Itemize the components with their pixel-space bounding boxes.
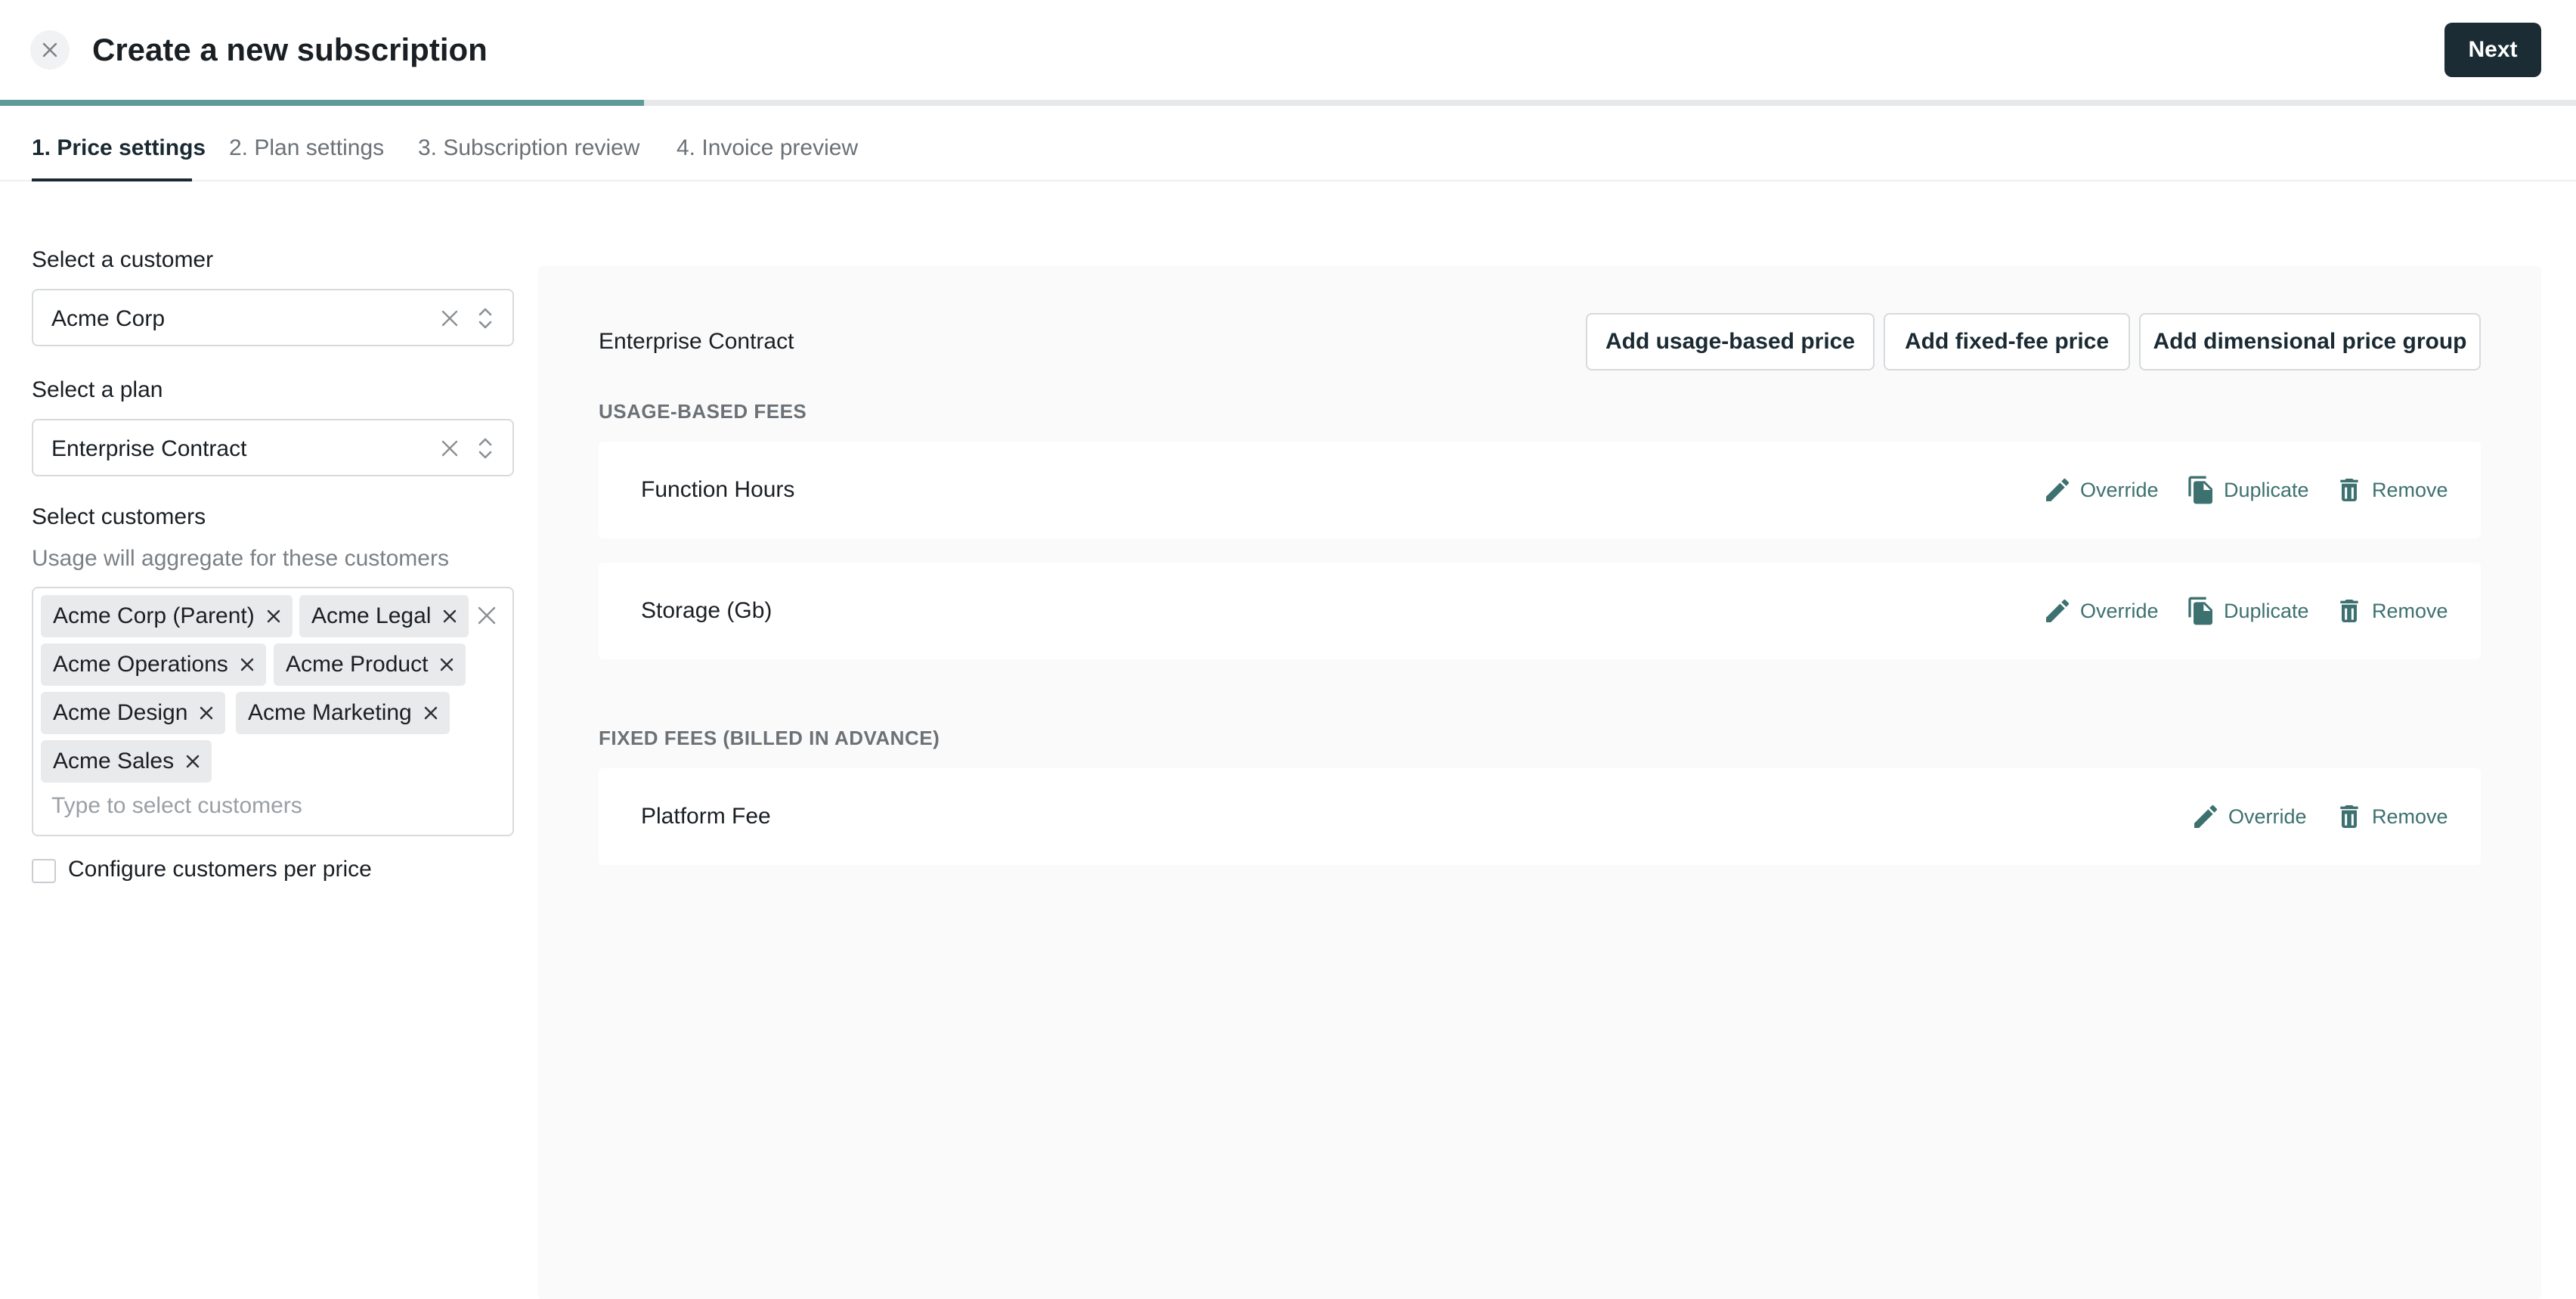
add-usage-price-button[interactable]: Add usage-based price — [1586, 313, 1875, 370]
configure-per-price-label: Configure customers per price — [68, 857, 372, 882]
remove-chip-icon[interactable] — [441, 608, 458, 625]
customer-chip: Acme Corp (Parent) — [41, 595, 293, 637]
plan-name: Enterprise Contract — [599, 329, 794, 354]
pencil-icon — [2046, 478, 2070, 501]
remove-chip-icon[interactable] — [423, 705, 439, 721]
clear-icon[interactable] — [438, 307, 461, 330]
close-icon — [42, 42, 57, 57]
remove-chip-icon[interactable] — [198, 705, 215, 721]
customer-select-value: Acme Corp — [51, 306, 166, 331]
pencil-icon — [2046, 599, 2070, 622]
override-button[interactable]: Override — [2042, 473, 2159, 507]
remove-button[interactable]: Remove — [2334, 473, 2448, 507]
customers-label: Select customers — [32, 504, 206, 529]
remove-label: Remove — [2372, 478, 2448, 501]
customer-chip: Acme Sales — [41, 740, 212, 783]
duplicate-button[interactable]: Duplicate — [2186, 594, 2309, 628]
customer-chip: Acme Operations — [41, 643, 266, 686]
chip-label: Acme Legal — [311, 603, 432, 628]
duplicate-label: Duplicate — [2224, 599, 2309, 622]
override-button[interactable]: Override — [2042, 594, 2159, 628]
header: Create a new subscription Next — [0, 0, 2576, 106]
price-card: Platform Fee Override Remove — [599, 768, 2481, 865]
tab-subscription-review[interactable]: 3. Subscription review — [418, 133, 639, 163]
override-label: Override — [2228, 805, 2307, 828]
next-button[interactable]: Next — [2444, 23, 2541, 77]
remove-button[interactable]: Remove — [2334, 594, 2448, 628]
customer-chip: Acme Marketing — [236, 692, 450, 734]
customers-search-input[interactable]: Type to select customers — [51, 791, 302, 821]
chip-label: Acme Marketing — [248, 700, 412, 725]
chip-label: Acme Product — [286, 652, 429, 677]
customer-chip: Acme Legal — [299, 595, 469, 637]
price-card: Function Hours Override Duplicate Remove — [599, 442, 2481, 538]
customers-multiselect[interactable]: Acme Corp (Parent) Acme Legal Acme Opera… — [32, 587, 514, 836]
customer-chip: Acme Product — [274, 643, 466, 686]
price-name: Storage (Gb) — [641, 598, 772, 623]
customer-chip: Acme Design — [41, 692, 226, 734]
chevron-updown-icon[interactable] — [475, 302, 496, 334]
duplicate-button[interactable]: Duplicate — [2186, 473, 2309, 507]
chevron-updown-icon[interactable] — [475, 432, 496, 464]
customers-hint: Usage will aggregate for these customers — [32, 546, 449, 571]
usage-fees-heading: USAGE-BASED FEES — [599, 400, 807, 423]
active-tab-indicator — [32, 178, 192, 181]
chip-label: Acme Operations — [53, 652, 228, 677]
remove-chip-icon[interactable] — [239, 656, 255, 673]
progress-bar — [0, 100, 2576, 106]
remove-chip-icon[interactable] — [265, 608, 282, 625]
override-label: Override — [2080, 599, 2159, 622]
price-panel: Enterprise Contract Add usage-based pric… — [538, 266, 2541, 1299]
override-label: Override — [2080, 478, 2159, 501]
trash-icon — [2340, 479, 2358, 501]
duplicate-icon — [2188, 476, 2212, 504]
duplicate-label: Duplicate — [2224, 478, 2309, 501]
customer-label: Select a customer — [32, 247, 214, 272]
clear-all-icon[interactable] — [476, 605, 497, 626]
add-fixed-price-button[interactable]: Add fixed-fee price — [1884, 313, 2130, 370]
plan-select[interactable]: Enterprise Contract — [32, 419, 514, 476]
fixed-fees-heading: FIXED FEES (BILLED IN ADVANCE) — [599, 727, 940, 749]
remove-chip-icon[interactable] — [184, 753, 201, 770]
clear-icon[interactable] — [438, 437, 461, 460]
configure-per-price-checkbox[interactable] — [32, 859, 56, 883]
duplicate-icon — [2188, 597, 2212, 625]
tab-invoice-preview[interactable]: 4. Invoice preview — [677, 133, 858, 163]
tab-plan-settings[interactable]: 2. Plan settings — [229, 133, 384, 163]
price-name: Function Hours — [641, 477, 795, 502]
plan-label: Select a plan — [32, 377, 163, 402]
price-card: Storage (Gb) Override Duplicate Remove — [599, 563, 2481, 659]
remove-chip-icon[interactable] — [438, 656, 455, 673]
step-tabs: 1. Price settings 2. Plan settings 3. Su… — [0, 106, 2576, 181]
trash-icon — [2340, 805, 2358, 828]
close-button[interactable] — [30, 30, 70, 70]
chip-label: Acme Sales — [53, 749, 175, 774]
add-dimensional-group-button[interactable]: Add dimensional price group — [2139, 313, 2481, 370]
progress-fill — [0, 100, 644, 106]
chip-label: Acme Design — [53, 700, 188, 725]
customer-select[interactable]: Acme Corp — [32, 289, 514, 346]
override-button[interactable]: Override — [2191, 800, 2307, 833]
remove-label: Remove — [2372, 599, 2448, 622]
remove-button[interactable]: Remove — [2334, 800, 2448, 833]
page-title: Create a new subscription — [92, 32, 488, 67]
tab-price-settings[interactable]: 1. Price settings — [32, 133, 206, 163]
price-name: Platform Fee — [641, 804, 771, 829]
pencil-icon — [2194, 805, 2218, 828]
chip-label: Acme Corp (Parent) — [53, 603, 255, 628]
remove-label: Remove — [2372, 805, 2448, 828]
plan-select-value: Enterprise Contract — [51, 436, 247, 461]
trash-icon — [2340, 600, 2358, 622]
